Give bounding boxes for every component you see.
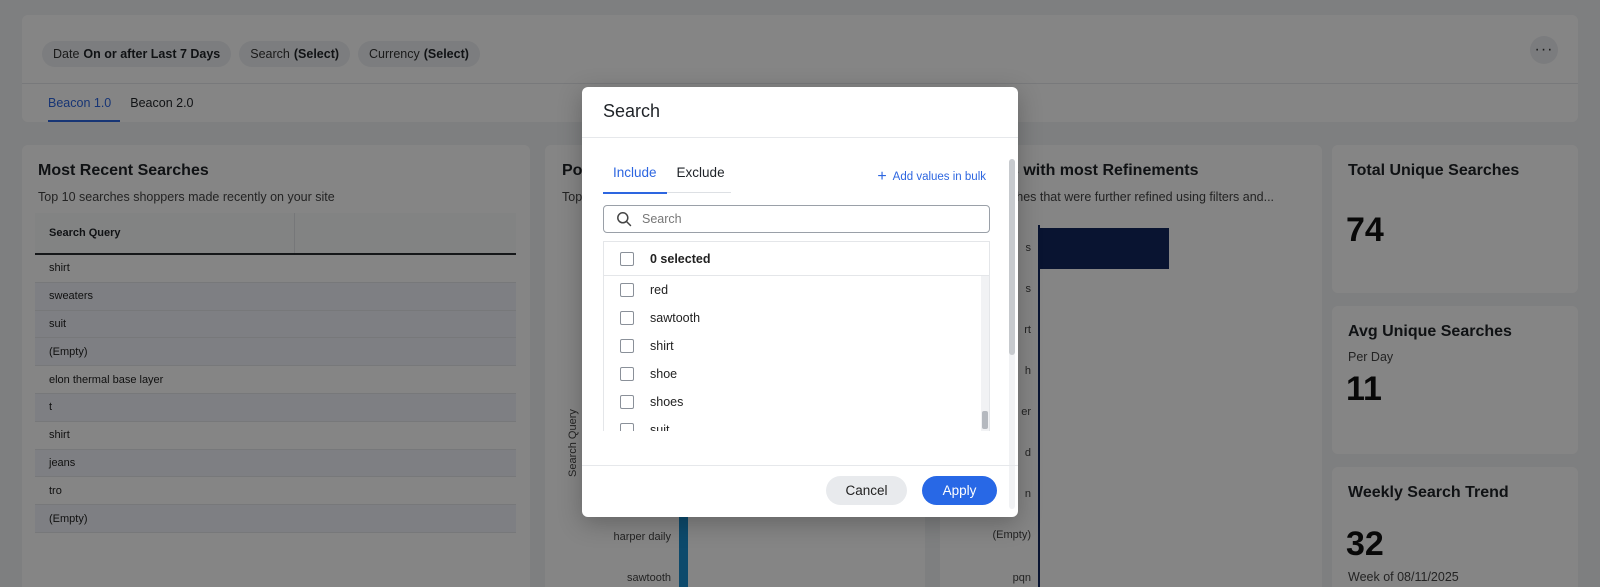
checkbox[interactable]: [620, 395, 634, 409]
list-item[interactable]: suit: [604, 416, 989, 431]
list-item-label: shirt: [650, 339, 674, 353]
select-all-row[interactable]: 0 selected: [604, 242, 989, 276]
list-scrollbar-thumb[interactable]: [982, 411, 988, 429]
modal-scrollbar-thumb[interactable]: [1009, 159, 1015, 355]
search-filter-modal: Search Include Exclude + Add values in b…: [582, 87, 1018, 517]
apply-button[interactable]: Apply: [922, 476, 997, 505]
list-item-label: sawtooth: [650, 311, 701, 325]
list-scrollbar[interactable]: [981, 276, 989, 431]
selected-count-label: 0 selected: [650, 251, 711, 266]
list-item[interactable]: shoes: [604, 388, 989, 416]
modal-scrollbar[interactable]: [1009, 159, 1015, 509]
list-item[interactable]: shirt: [604, 332, 989, 360]
add-values-in-bulk-label: Add values in bulk: [892, 171, 986, 183]
list-item[interactable]: sawtooth: [604, 304, 989, 332]
value-list: 0 selected red sawtooth shirt shoe shoes…: [603, 241, 990, 431]
list-item-label: shoe: [650, 367, 678, 381]
checkbox[interactable]: [620, 283, 634, 297]
search-box: [603, 205, 990, 233]
add-values-in-bulk-link[interactable]: + Add values in bulk: [877, 168, 986, 185]
checkbox[interactable]: [620, 367, 634, 381]
list-item-label: shoes: [650, 395, 684, 409]
divider: [582, 137, 1018, 138]
plus-icon: +: [877, 168, 887, 185]
tab-exclude[interactable]: Exclude: [667, 165, 735, 193]
search-icon: [617, 212, 632, 227]
divider: [582, 465, 1018, 466]
checkbox[interactable]: [620, 339, 634, 353]
search-input[interactable]: [642, 212, 972, 226]
list-item-label: suit: [650, 423, 670, 431]
checkbox[interactable]: [620, 311, 634, 325]
checkbox[interactable]: [620, 423, 634, 431]
modal-title: Search: [603, 101, 661, 121]
tab-include[interactable]: Include: [603, 165, 667, 194]
select-all-checkbox[interactable]: [620, 251, 634, 266]
cancel-button[interactable]: Cancel: [826, 476, 907, 505]
list-item[interactable]: red: [604, 276, 989, 304]
list-item[interactable]: shoe: [604, 360, 989, 388]
include-exclude-tabs: Include Exclude: [603, 165, 731, 194]
list-item-label: red: [650, 283, 669, 297]
